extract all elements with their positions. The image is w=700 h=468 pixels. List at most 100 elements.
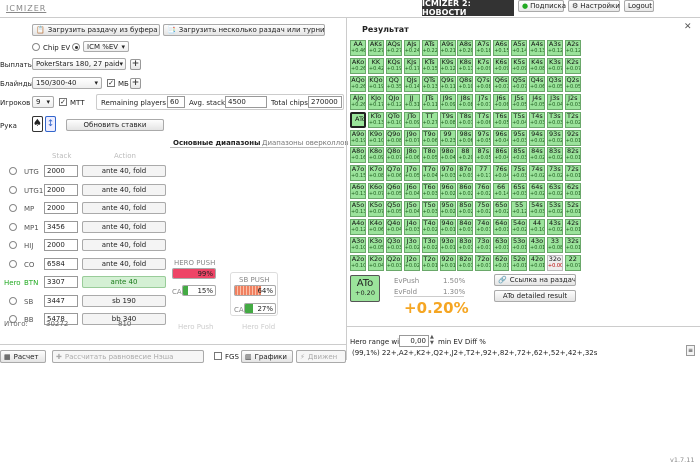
stack-input[interactable]: 2000 [44, 202, 78, 214]
hand-cell-q8o[interactable]: Q8o +0.07 [385, 147, 402, 164]
hand-cell-t2s[interactable]: T2s +0.02 [564, 111, 581, 128]
hand-cell-aks[interactable]: AKs +0.27 [367, 40, 384, 56]
hand-cell-k6s[interactable]: K6s +0.09 [493, 57, 510, 74]
hand-cell-t6s[interactable]: T6s +0.05 [493, 111, 510, 128]
action-field[interactable]: ante 40 [82, 276, 166, 288]
hand-cell-72o[interactable]: 72o +0.01 [475, 254, 492, 271]
mb-checkbox[interactable]: ✓ [107, 79, 115, 87]
hand-cell-j9s[interactable]: J9s +0.09 [439, 93, 456, 110]
hand-cell-82s[interactable]: 82s +0.01 [564, 147, 581, 164]
players-select[interactable]: 9 ▾ [32, 96, 54, 108]
hand-cell-t5o[interactable]: T5o +0.03 [421, 201, 438, 218]
hand-cell-aa[interactable]: AA +0.46 [350, 40, 366, 56]
hand-cell-kjs[interactable]: KJs +0.17 [403, 57, 420, 74]
position-radio[interactable] [9, 167, 17, 175]
detailed-result-button[interactable]: ATo detailed result [494, 290, 576, 302]
hand-cell-qts[interactable]: QTs +0.13 [421, 75, 438, 92]
hand-cell-q4s[interactable]: Q4s +0.06 [529, 75, 545, 92]
hand-cell-t4s[interactable]: T4s +0.03 [529, 111, 545, 128]
add-payout-button[interactable]: + [130, 59, 141, 70]
blinds-select[interactable]: 150/300-40 ▾ [32, 77, 102, 89]
hand-cell-98s[interactable]: 98s +0.06 [457, 129, 474, 146]
hand-cell-85s[interactable]: 85s +0.03 [511, 147, 528, 164]
hand-cell-j3s[interactable]: J3s +0.04 [546, 93, 563, 110]
hand-cell-j8o[interactable]: J8o +0.06 [403, 147, 420, 164]
hand-cell-43s[interactable]: 43s +0.02 [546, 219, 563, 235]
hand-cell-q2o[interactable]: Q2o +0.03 [385, 254, 402, 271]
hand-cell-kto[interactable]: KTo +0.13 [367, 111, 384, 128]
hand-cell-95o[interactable]: 95o +0.02 [439, 201, 456, 218]
close-icon[interactable]: ✕ [684, 22, 692, 32]
hand-cell-65s[interactable]: 65s +0.03 [511, 183, 528, 200]
hand-cell-a2s[interactable]: A2s +0.12 [564, 40, 581, 56]
hand-cell-t3s[interactable]: T3s +0.03 [546, 111, 563, 128]
hand-cell-t5s[interactable]: T5s +0.04 [511, 111, 528, 128]
hand-cell-k3s[interactable]: K3s +0.07 [546, 57, 563, 74]
action-field[interactable]: ante 40, fold [82, 239, 166, 251]
hand-cell-ajs[interactable]: AJs +0.24 [403, 40, 420, 56]
hand-cell-k2o[interactable]: K2o +0.04 [367, 254, 384, 271]
hand-cell-a6s[interactable]: A6s +0.15 [493, 40, 510, 56]
hand-cell-74o[interactable]: 74o +0.01 [475, 219, 492, 235]
hand-cell-q4o[interactable]: Q4o +0.04 [385, 219, 402, 235]
hand-cell-q6s[interactable]: Q6s +0.07 [493, 75, 510, 92]
hand-cell-t4o[interactable]: T4o +0.02 [421, 219, 438, 235]
hand-cell-53o[interactable]: 53o +0.01 [511, 236, 528, 253]
hand-cell-ajo[interactable]: AJo +0.26 [350, 93, 366, 110]
stack-input[interactable]: 2000 [44, 165, 78, 177]
stack-input[interactable]: 2000 [44, 239, 78, 251]
hand-cell-72s[interactable]: 72s +0.01 [564, 165, 581, 182]
calculate-button[interactable]: ▦ Расчет [0, 350, 46, 363]
hand-cell-32o[interactable]: 32o +0.00 [546, 254, 563, 271]
remaining-players-input[interactable]: 60 [167, 96, 185, 108]
hand-cell-92s[interactable]: 92s +0.01 [564, 129, 581, 146]
hand-cell-88[interactable]: 88 +0.20 [457, 147, 474, 164]
hand-cell-75s[interactable]: 75s +0.03 [511, 165, 528, 182]
icm-radio[interactable] [72, 43, 80, 51]
hand-cell-a2o[interactable]: A2o +0.10 [350, 254, 366, 271]
action-field[interactable]: ante 40, fold [82, 165, 166, 177]
hand-cell-86o[interactable]: 86o +0.02 [457, 183, 474, 200]
hand-cell-a3s[interactable]: A3s +0.12 [546, 40, 563, 56]
hand-cell-54s[interactable]: 54s +0.03 [529, 201, 545, 218]
hand-cell-t7s[interactable]: T7s +0.06 [475, 111, 492, 128]
hand-cell-a4s[interactable]: A4s +0.13 [529, 40, 545, 56]
hand-cell-66[interactable]: 66 +0.14 [493, 183, 510, 200]
news-banner[interactable]: ICMIZER 2: НОВОСТИ [422, 0, 514, 17]
hand-cell-76o[interactable]: 76o +0.02 [475, 183, 492, 200]
hand-cell-65o[interactable]: 65o +0.02 [493, 201, 510, 218]
hand-cell-87s[interactable]: 87s +0.05 [475, 147, 492, 164]
hand-cell-84s[interactable]: 84s +0.02 [529, 147, 545, 164]
copy-icon[interactable]: ≡ [686, 345, 695, 356]
settings-button[interactable]: ⚙ Настройки [568, 0, 620, 12]
hand-cell-97s[interactable]: 97s +0.05 [475, 129, 492, 146]
hand-cell-97o[interactable]: 97o +0.03 [439, 165, 456, 182]
hero-range-input[interactable]: 0,00 [399, 335, 429, 347]
hand-cell-q5o[interactable]: Q5o +0.05 [385, 201, 402, 218]
hand-cell-t2o[interactable]: T2o +0.01 [421, 254, 438, 271]
hand-cell-54o[interactable]: 54o +0.02 [511, 219, 528, 235]
hand-cell-j4o[interactable]: J4o +0.03 [403, 219, 420, 235]
hand-cell-q6o[interactable]: Q6o +0.05 [385, 183, 402, 200]
hand-cell-94o[interactable]: 94o +0.01 [439, 219, 456, 235]
share-link-button[interactable]: 🔗 Ссылка на раздачу [494, 274, 576, 286]
hand-cell-99[interactable]: 99 +0.23 [439, 129, 456, 146]
hand-cell-52s[interactable]: 52s +0.01 [564, 201, 581, 218]
hand-cell-k3o[interactable]: K3o +0.05 [367, 236, 384, 253]
hand-cell-83s[interactable]: 83s +0.02 [546, 147, 563, 164]
action-field[interactable]: ante 40, fold [82, 202, 166, 214]
stack-input[interactable]: 3307 [44, 276, 78, 288]
stack-input[interactable]: 6584 [44, 257, 78, 270]
stack-input[interactable]: 3456 [44, 220, 78, 233]
hand-cell-73s[interactable]: 73s +0.02 [546, 165, 563, 182]
hand-cell-96o[interactable]: 96o +0.02 [439, 183, 456, 200]
hand-cell-63o[interactable]: 63o +0.01 [493, 236, 510, 253]
hand-cell-kk[interactable]: KK +0.42 [367, 57, 384, 74]
chip-ev-radio[interactable] [32, 43, 40, 51]
hand-cell-82o[interactable]: 82o +0.01 [457, 254, 474, 271]
add-blinds-button[interactable]: + [130, 78, 141, 89]
tab-main-ranges[interactable]: Основные диапазоны [173, 139, 260, 147]
hand-cell-q8s[interactable]: Q8s +0.10 [457, 75, 474, 92]
hand-cell-j6s[interactable]: J6s +0.06 [493, 93, 510, 110]
action-field[interactable]: sb 190 [82, 294, 166, 307]
